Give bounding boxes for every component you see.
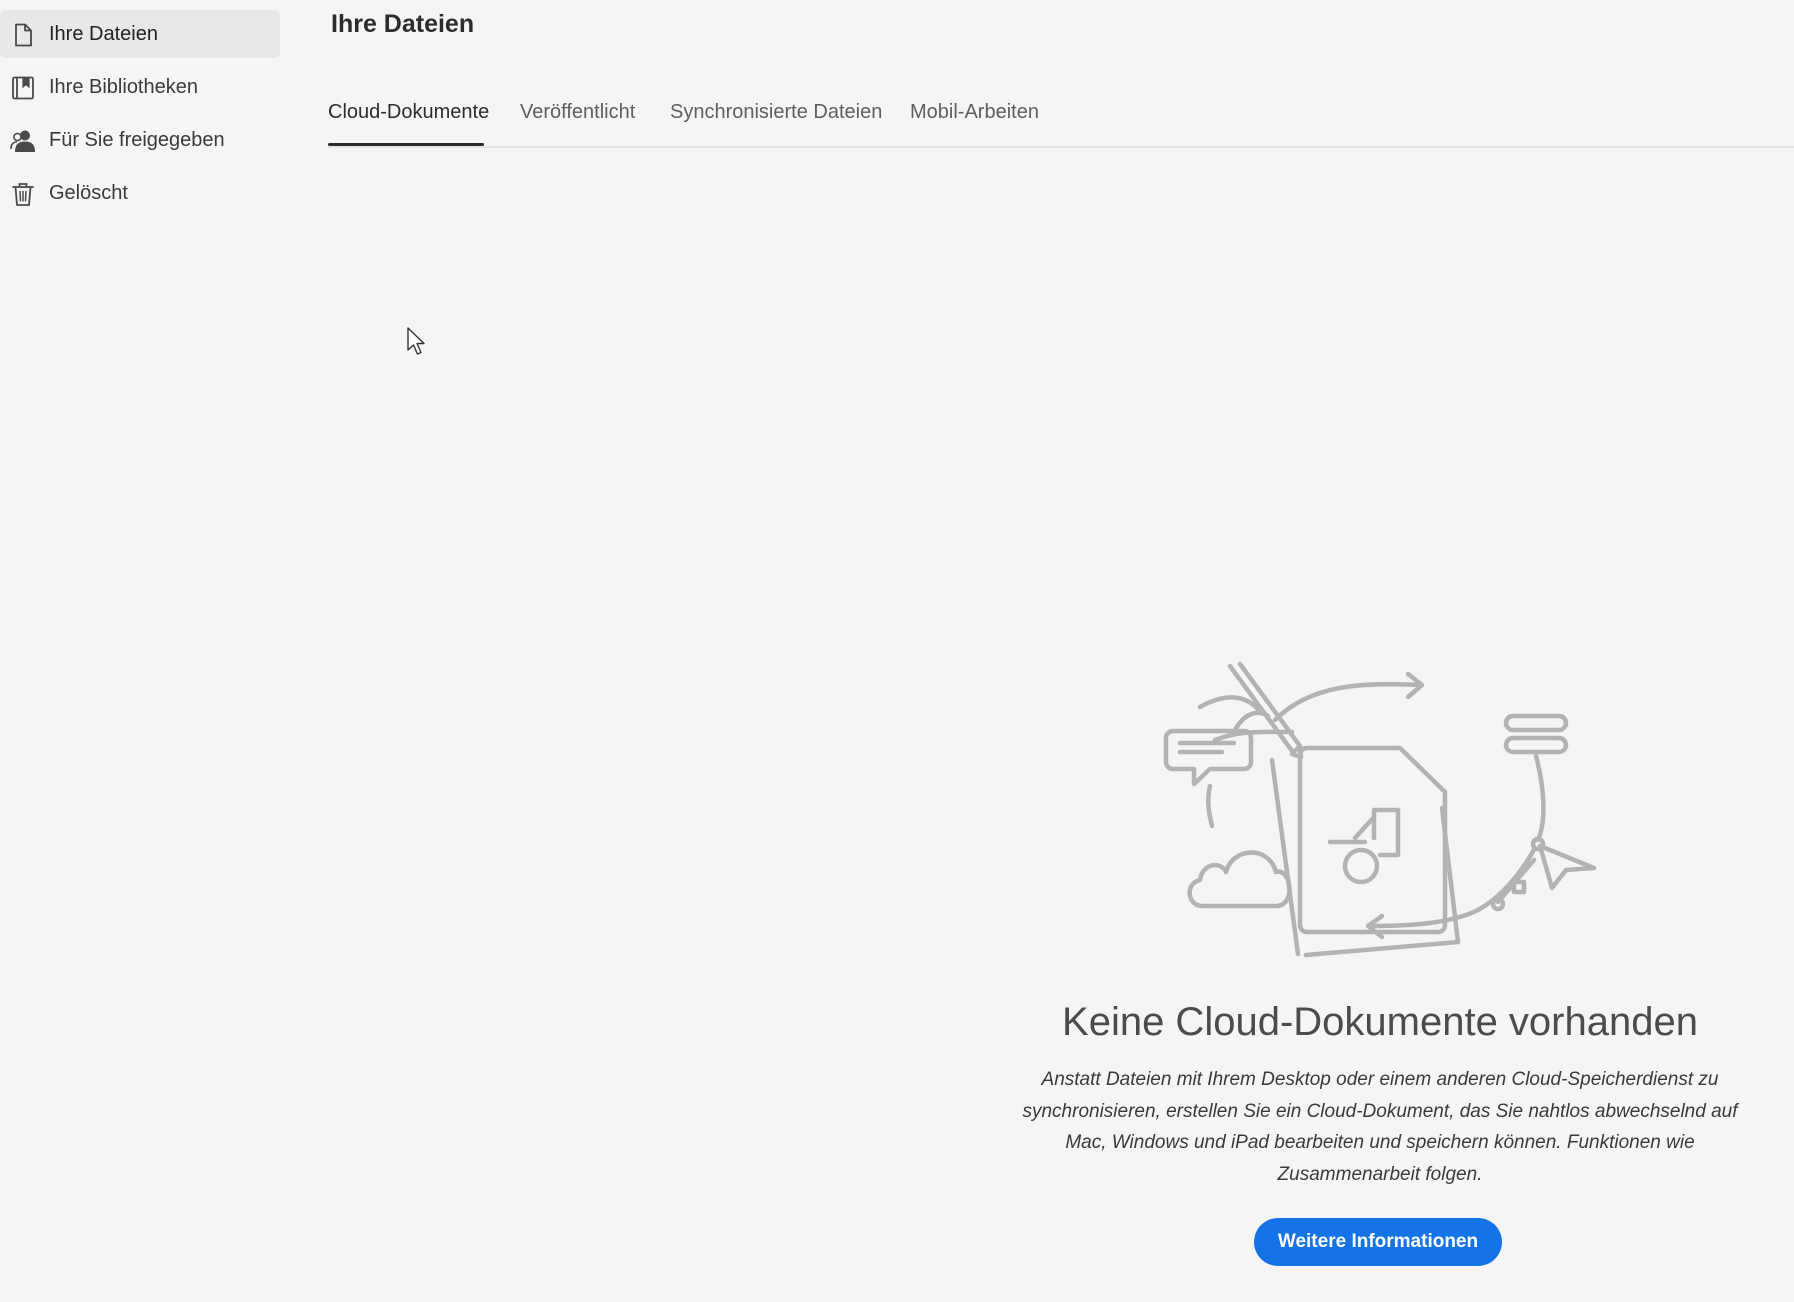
- tab-cloud-dokumente[interactable]: Cloud-Dokumente: [328, 100, 489, 124]
- app-window: Ihre Dateien Ihre Bibliotheken Für Sie f…: [0, 0, 1794, 1302]
- tab-veroeffentlicht[interactable]: Veröffentlicht: [520, 100, 635, 124]
- active-tab-indicator: [328, 143, 484, 146]
- tab-mobil-arbeiten[interactable]: Mobil-Arbeiten: [910, 100, 1039, 124]
- sidebar-item-fuer-sie-freigegeben[interactable]: Für Sie freigegeben: [0, 116, 280, 164]
- cloud-documents-illustration: [1163, 661, 1597, 958]
- sidebar-item-label: Für Sie freigegeben: [49, 129, 225, 151]
- empty-state-description: Anstatt Dateien mit Ihrem Desktop oder e…: [1022, 1069, 1738, 1185]
- tab-synchronisierte-dateien[interactable]: Synchronisierte Dateien: [670, 100, 882, 124]
- empty-state-title: Keine Cloud-Dokumente vorhanden: [1062, 1000, 1698, 1044]
- trash-icon: [12, 183, 34, 206]
- sidebar-item-label: Ihre Bibliotheken: [49, 76, 198, 98]
- page-title: Ihre Dateien: [331, 10, 475, 38]
- weitere-informationen-button[interactable]: Weitere Informationen: [1254, 1218, 1502, 1266]
- sidebar-item-label: Ihre Dateien: [49, 23, 158, 45]
- mouse-cursor-icon: [407, 327, 425, 355]
- shared-users-icon: [10, 130, 35, 152]
- sidebar-item-label: Gelöscht: [49, 182, 128, 204]
- library-icon: [12, 76, 34, 100]
- sidebar-item-ihre-dateien[interactable]: Ihre Dateien: [0, 10, 280, 58]
- sidebar-item-geloescht[interactable]: Gelöscht: [0, 169, 280, 217]
- file-icon: [15, 23, 32, 47]
- sidebar-item-ihre-bibliotheken[interactable]: Ihre Bibliotheken: [0, 63, 280, 111]
- sidebar: Ihre Dateien Ihre Bibliotheken Für Sie f…: [0, 0, 282, 1302]
- tab-bar: Cloud-Dokumente Veröffentlicht Synchroni…: [328, 88, 1794, 148]
